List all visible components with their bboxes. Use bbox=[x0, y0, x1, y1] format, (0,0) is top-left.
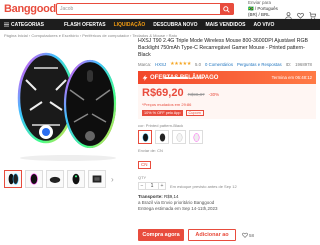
product-meta: Marca: HXSJ ★★★★★ 5.0 0 Comentários Perg… bbox=[138, 61, 312, 67]
flash-deal-banner: OFERTAS RELÂMPAGO Termina em 06:48:12 bbox=[138, 71, 316, 84]
discount-percent: -30% bbox=[208, 92, 220, 97]
thumbnail[interactable] bbox=[4, 170, 22, 188]
main-nav: CATEGORIAS FLASH OFERTAS LIQUIDAÇÃO DESC… bbox=[0, 19, 320, 30]
qa-link[interactable]: Perguntas e Respostas bbox=[237, 62, 282, 67]
nav-clearance[interactable]: LIQUIDAÇÃO bbox=[114, 22, 146, 28]
thumbnail[interactable] bbox=[67, 170, 85, 188]
nav-flash-deals[interactable]: FLASH OFERTAS bbox=[64, 22, 106, 28]
shipping-info: Transporte: R$9,14 a Brazil via Envio pr… bbox=[138, 194, 316, 212]
rating-value: 5.0 bbox=[195, 61, 202, 67]
search-input[interactable]: Jacob bbox=[55, 3, 234, 15]
original-price: R$98,87 bbox=[187, 92, 205, 97]
search-icon bbox=[223, 5, 231, 13]
menu-icon bbox=[4, 22, 9, 27]
product-title: HXSJ T90 2.4G Triple Mode Wireless Mouse… bbox=[138, 38, 309, 58]
color-options bbox=[138, 130, 316, 144]
thumbnail-strip: › bbox=[4, 170, 130, 188]
mouse-pair-illustration bbox=[17, 52, 117, 161]
color-swatch-printed-white[interactable] bbox=[189, 130, 203, 144]
top-bar: Banggood Jacob Enviar para 🇧🇷 / Portuguê… bbox=[0, 0, 320, 19]
banggood-logo[interactable]: Banggood bbox=[4, 3, 56, 15]
cart-icon[interactable] bbox=[309, 6, 317, 19]
app-coupon-badge[interactable]: 10% % OFF pelo App bbox=[142, 110, 183, 116]
color-swatch-white[interactable] bbox=[172, 130, 186, 144]
wishlist-count: 58 bbox=[249, 232, 255, 238]
reviews-link[interactable]: 0 Comentários bbox=[205, 62, 233, 67]
product-gallery: › bbox=[4, 40, 130, 188]
qty-increase-button[interactable]: + bbox=[158, 182, 166, 190]
search-button[interactable] bbox=[219, 3, 234, 15]
sold-progress-bar bbox=[164, 77, 204, 79]
shipping-cost: R$9,14 bbox=[164, 194, 179, 199]
quantity-stepper: − 1 + Em estoque previsto antes de Sep 1… bbox=[138, 182, 316, 190]
price-box: R$69,20 R$98,87 -30% *Preços mudados em … bbox=[138, 84, 316, 119]
ship-from-cn-option[interactable]: CN bbox=[138, 161, 151, 169]
color-swatch-printed-black[interactable] bbox=[138, 130, 152, 144]
thumbnail[interactable] bbox=[88, 170, 106, 188]
product-main-image[interactable] bbox=[4, 40, 130, 166]
nav-discover-new[interactable]: DESCUBRA NOVO bbox=[153, 22, 197, 28]
heart-icon bbox=[242, 232, 248, 238]
delivery-estimate: Entrega estimada em Sep 14-11th,2023 bbox=[138, 206, 218, 211]
color-swatch-black[interactable] bbox=[155, 130, 169, 144]
color-label: cor: Printed pattern-Black bbox=[138, 123, 184, 128]
sku-value: 1968978 bbox=[295, 61, 312, 67]
breadcrumb[interactable]: Página Inicial › Computadores e Escritór… bbox=[0, 30, 320, 38]
chevron-right-icon[interactable]: › bbox=[111, 175, 114, 184]
categories-menu[interactable]: CATEGORIAS bbox=[4, 22, 64, 28]
brand-link[interactable]: HXSJ bbox=[155, 62, 166, 67]
nav-live[interactable]: AO VIVO bbox=[254, 22, 275, 28]
qty-label: QTY bbox=[138, 175, 147, 180]
thumbnail[interactable] bbox=[46, 170, 64, 188]
flash-timer: Termina em 06:48:12 bbox=[271, 75, 312, 80]
coupon-badge[interactable]: Cupom bbox=[185, 110, 204, 116]
purchase-actions: Compra agora Adicionar ao 58 bbox=[138, 229, 254, 241]
price-note: *Preços mudados em 29:86 bbox=[142, 102, 192, 107]
stock-note: Em estoque previsto antes de Sep 12 bbox=[170, 183, 237, 189]
buy-now-button[interactable]: Compra agora bbox=[138, 229, 184, 241]
rating-stars: ★★★★★ bbox=[170, 61, 192, 67]
nav-best-sellers[interactable]: MAIS VENDIDOS bbox=[206, 22, 246, 28]
thumbnail[interactable] bbox=[25, 170, 43, 188]
lightning-icon bbox=[142, 74, 148, 81]
current-price: R$69,20 bbox=[142, 87, 184, 99]
qty-value[interactable]: 1 bbox=[146, 182, 158, 190]
wishlist-button[interactable]: 58 bbox=[242, 229, 254, 241]
product-details: HXSJ T90 2.4G Triple Mode Wireless Mouse… bbox=[138, 38, 316, 212]
qty-decrease-button[interactable]: − bbox=[138, 182, 146, 190]
user-icon[interactable] bbox=[285, 6, 292, 19]
search-placeholder: Jacob bbox=[59, 6, 74, 12]
ship-to-selector[interactable]: Enviar para 🇧🇷 / Português (BR) / BRL bbox=[248, 0, 285, 18]
ship-from-label: Enviar de: CN bbox=[138, 148, 163, 153]
add-to-cart-button[interactable]: Adicionar ao bbox=[188, 229, 236, 241]
heart-icon[interactable] bbox=[297, 6, 304, 19]
